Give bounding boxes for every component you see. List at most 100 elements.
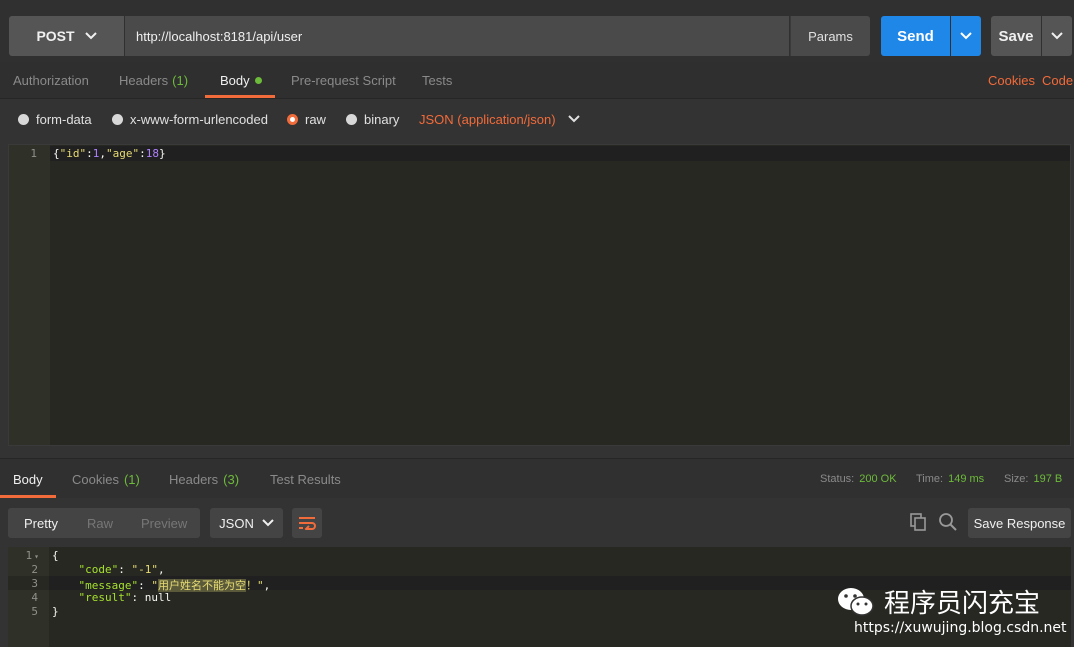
- save-options-button[interactable]: [1042, 16, 1072, 56]
- json-key: "age": [106, 147, 140, 160]
- view-raw-button[interactable]: Raw: [87, 508, 113, 538]
- status-value: 200 OK: [859, 473, 897, 485]
- line-number-text: 1: [25, 549, 33, 562]
- watermark: 程序员闪充宝: [836, 583, 1040, 620]
- response-toolbar: Pretty Raw Preview JSON Save Response: [0, 498, 1074, 546]
- save-button[interactable]: Save: [991, 16, 1041, 56]
- radio-binary[interactable]: binary: [346, 99, 399, 139]
- response-format-label: JSON: [219, 515, 254, 531]
- request-tabs: Authorization Headers (1) Body Pre-reque…: [0, 62, 1074, 99]
- code-line: {"id":1,"age":18}: [53, 147, 166, 160]
- code-line: "code": "-1",: [78, 563, 165, 576]
- method-label: POST: [36, 28, 75, 44]
- search-icon[interactable]: [938, 512, 958, 532]
- content-type-label: JSON (application/json): [419, 111, 556, 127]
- tab-headers-label: Headers: [119, 73, 169, 88]
- tab-authorization[interactable]: Authorization: [13, 62, 89, 99]
- response-tab-cookies-label: Cookies: [72, 471, 119, 487]
- view-pretty-button[interactable]: Pretty: [24, 508, 58, 538]
- status-readout: Status: 200 OK: [820, 459, 897, 499]
- radio-raw[interactable]: raw: [287, 99, 326, 139]
- cookies-count-badge: (1): [123, 471, 140, 487]
- radio-binary-label: binary: [364, 111, 400, 127]
- request-body-editor[interactable]: 1 {"id":1,"age":18}: [8, 144, 1071, 446]
- radio-circle: [18, 113, 29, 125]
- radio-form-data[interactable]: form-data: [18, 99, 92, 139]
- content-type-dropdown[interactable]: JSON (application/json): [419, 99, 580, 139]
- response-format-dropdown[interactable]: JSON: [210, 508, 283, 538]
- line-number: 1 ▾: [26, 549, 39, 562]
- response-tab-body[interactable]: Body: [13, 459, 43, 499]
- response-tab-test-results[interactable]: Test Results: [270, 459, 341, 499]
- chevron-down-icon: [84, 32, 97, 40]
- radio-urlencoded[interactable]: x-www-form-urlencoded: [112, 99, 268, 139]
- radio-form-data-label: form-data: [36, 111, 92, 127]
- line-number: 1: [30, 147, 37, 160]
- tab-prerequest-script[interactable]: Pre-request Script: [291, 62, 396, 99]
- code-line: {: [52, 549, 59, 562]
- view-pretty-label: Pretty: [24, 515, 58, 531]
- wrap-lines-button[interactable]: [292, 508, 322, 538]
- brace: }: [159, 147, 166, 160]
- colon: :: [139, 147, 146, 160]
- tab-headers[interactable]: Headers (1): [119, 62, 188, 99]
- radio-circle: [346, 113, 357, 125]
- chevron-down-icon: [1051, 32, 1063, 40]
- response-tab-test-results-label: Test Results: [270, 471, 341, 487]
- params-button[interactable]: Params: [790, 16, 870, 56]
- headers-count-badge: (3): [223, 471, 240, 487]
- brace: }: [52, 605, 59, 618]
- url-input[interactable]: http://localhost:8181/api/user: [125, 16, 789, 56]
- send-button[interactable]: Send: [881, 16, 950, 56]
- json-key: "code": [78, 563, 119, 576]
- json-number: 18: [145, 147, 159, 160]
- body-active-dot: [254, 77, 262, 84]
- brace: {: [53, 147, 60, 160]
- fold-arrow-icon[interactable]: ▾: [34, 552, 39, 561]
- editor-gutter: [9, 145, 50, 445]
- headers-count-badge: (1): [172, 73, 189, 88]
- view-preview-label: Preview: [141, 515, 188, 531]
- chevron-down-icon: [262, 519, 274, 527]
- radio-raw-label: raw: [305, 111, 326, 127]
- radio-circle-selected: [287, 113, 298, 125]
- watermark-title: 程序员闪充宝: [884, 589, 1041, 619]
- radio-circle: [112, 113, 123, 125]
- code-link[interactable]: Code: [1042, 62, 1073, 99]
- tab-tests[interactable]: Tests: [422, 62, 452, 99]
- url-text: http://localhost:8181/api/user: [136, 28, 303, 44]
- body-type-selector: form-data x-www-form-urlencoded raw bina…: [0, 99, 1074, 141]
- request-url-bar: POST http://localhost:8181/api/user Para…: [0, 0, 1074, 62]
- chevron-down-icon: [567, 115, 580, 123]
- time-value: 149 ms: [948, 473, 985, 485]
- tab-body-label: Body: [220, 73, 250, 88]
- code-line: }: [52, 605, 59, 618]
- tab-prerequest-label: Pre-request Script: [291, 73, 396, 88]
- send-options-button[interactable]: [951, 16, 981, 56]
- code-link-label: Code: [1042, 73, 1074, 88]
- view-preview-button[interactable]: Preview: [141, 508, 187, 538]
- save-response-button[interactable]: Save Response: [968, 508, 1071, 538]
- wrap-lines-icon: [299, 517, 316, 530]
- response-tab-cookies[interactable]: Cookies (1): [72, 459, 140, 499]
- size-readout: Size: 197 B: [1004, 459, 1062, 499]
- tab-body[interactable]: Body: [220, 62, 262, 99]
- watermark-url: https://xuwujing.blog.csdn.net: [854, 620, 1067, 636]
- response-gutter: [8, 547, 49, 647]
- cookies-link[interactable]: Cookies: [988, 62, 1035, 99]
- view-raw-label: Raw: [87, 515, 114, 531]
- copy-icon[interactable]: [908, 512, 928, 532]
- json-string: "-1": [131, 563, 159, 576]
- code-line: "result": null: [78, 591, 172, 604]
- params-label: Params: [808, 28, 853, 44]
- json-null: null: [144, 591, 172, 604]
- colon: :: [86, 147, 93, 160]
- comma: ,: [99, 147, 106, 160]
- json-string: ！": [245, 579, 264, 592]
- method-dropdown[interactable]: POST: [9, 16, 124, 56]
- status-label: Status:: [820, 473, 855, 485]
- response-tab-headers[interactable]: Headers (3): [169, 459, 239, 499]
- brace: {: [52, 549, 59, 562]
- line-number: 4: [31, 591, 38, 604]
- json-key: "result": [78, 591, 132, 604]
